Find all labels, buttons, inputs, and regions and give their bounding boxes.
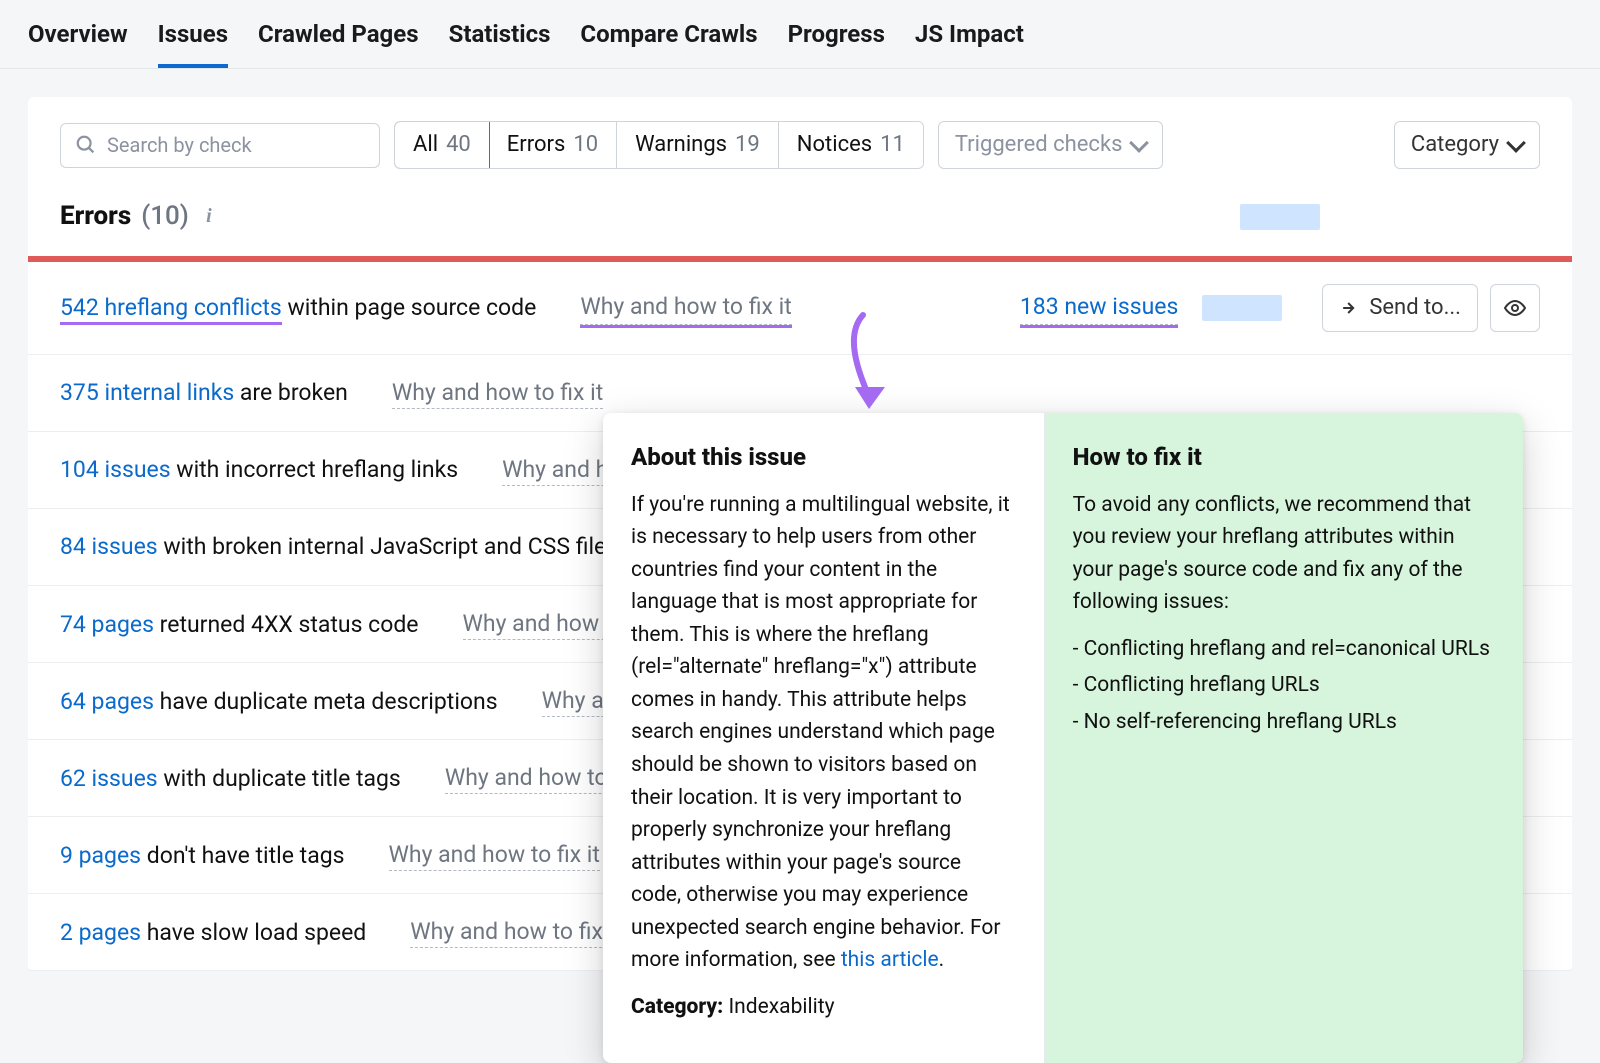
issue-link[interactable]: 84 issues bbox=[60, 533, 158, 560]
why-and-how-link[interactable]: Why and how to fix it bbox=[580, 291, 791, 324]
category-dropdown[interactable]: Category bbox=[1394, 121, 1540, 169]
issue-text: have slow load speed bbox=[141, 919, 366, 946]
fix-item: - Conflicting hreflang and rel=canonical… bbox=[1073, 633, 1495, 666]
filter-warnings[interactable]: Warnings19 bbox=[617, 122, 779, 168]
section-title: Errors bbox=[60, 199, 131, 234]
section-count: (10) bbox=[141, 199, 189, 234]
filter-notices[interactable]: Notices11 bbox=[779, 122, 923, 168]
issue-link[interactable]: 2 pages bbox=[60, 919, 141, 946]
popover-fix: How to fix it To avoid any conflicts, we… bbox=[1045, 413, 1523, 1063]
row-actions: Send to... bbox=[1322, 284, 1540, 332]
tab-overview[interactable]: Overview bbox=[28, 18, 128, 68]
fix-item: - Conflicting hreflang URLs bbox=[1073, 669, 1495, 702]
issue-text: returned 4XX status code bbox=[154, 611, 419, 638]
filter-segments: All40Errors10Warnings19Notices11 bbox=[394, 121, 924, 169]
section-header: Errors (10) i bbox=[28, 187, 1572, 256]
info-icon[interactable]: i bbox=[199, 207, 219, 227]
fix-title: How to fix it bbox=[1073, 439, 1495, 476]
issue-link[interactable]: 375 internal links bbox=[60, 379, 234, 406]
tab-compare-crawls[interactable]: Compare Crawls bbox=[580, 18, 757, 68]
hide-button[interactable] bbox=[1490, 284, 1540, 332]
about-body: If you're running a multilingual website… bbox=[631, 489, 1016, 977]
issue-link[interactable]: 74 pages bbox=[60, 611, 154, 638]
search-icon bbox=[75, 134, 97, 156]
issue-text: with incorrect hreflang links bbox=[171, 456, 459, 483]
issue-text: are broken bbox=[234, 379, 348, 406]
why-and-how-link[interactable]: Why and how to fix it bbox=[389, 839, 600, 871]
issue-link[interactable]: 64 pages bbox=[60, 688, 154, 715]
share-icon bbox=[1339, 298, 1359, 318]
search-input[interactable]: Search by check bbox=[60, 123, 380, 168]
issue-popover: About this issue If you're running a mul… bbox=[603, 413, 1523, 1063]
issue-link[interactable]: 9 pages bbox=[60, 842, 141, 869]
chevron-down-icon bbox=[1506, 133, 1526, 153]
popover-about: About this issue If you're running a mul… bbox=[603, 413, 1045, 1063]
issue-text: have duplicate meta descriptions bbox=[154, 688, 498, 715]
issue-link[interactable]: 542 hreflang conflicts bbox=[60, 294, 282, 322]
tab-crawled-pages[interactable]: Crawled Pages bbox=[258, 18, 419, 68]
why-and-how-link[interactable]: Why and how to fix it bbox=[392, 377, 603, 409]
fix-intro: To avoid any conflicts, we recommend tha… bbox=[1073, 489, 1495, 619]
filter-all[interactable]: All40 bbox=[394, 121, 490, 169]
about-link[interactable]: this article bbox=[841, 948, 939, 972]
about-title: About this issue bbox=[631, 439, 1016, 476]
triggered-checks-dropdown[interactable]: Triggered checks bbox=[938, 121, 1164, 169]
why-and-how-link[interactable]: Why and how to fix it bbox=[410, 916, 621, 948]
search-placeholder: Search by check bbox=[107, 132, 252, 159]
tab-statistics[interactable]: Statistics bbox=[449, 18, 551, 68]
issue-link[interactable]: 62 issues bbox=[60, 765, 158, 792]
issue-text: within page source code bbox=[282, 294, 537, 321]
top-tabs: Overview Issues Crawled Pages Statistics Com… bbox=[0, 0, 1600, 69]
issue-link[interactable]: 104 issues bbox=[60, 456, 171, 483]
issue-text: with broken internal JavaScript and CSS … bbox=[158, 533, 618, 560]
tab-js-impact[interactable]: JS Impact bbox=[915, 18, 1024, 68]
issue-row: 542 hreflang conflicts within page sourc… bbox=[28, 262, 1572, 355]
issue-text: don't have title tags bbox=[141, 842, 344, 869]
about-category: Category: Indexability bbox=[631, 991, 1016, 1024]
category-label: Category bbox=[1411, 130, 1499, 160]
tab-issues[interactable]: Issues bbox=[158, 18, 228, 68]
sparkline-placeholder bbox=[1240, 204, 1320, 230]
fix-item: - No self-referencing hreflang URLs bbox=[1073, 706, 1495, 739]
sparkline-placeholder bbox=[1202, 295, 1282, 321]
toolbar: Search by check All40Errors10Warnings19N… bbox=[28, 97, 1572, 187]
tab-progress[interactable]: Progress bbox=[788, 18, 885, 68]
fix-items: - Conflicting hreflang and rel=canonical… bbox=[1073, 633, 1495, 739]
issue-text: with duplicate title tags bbox=[158, 765, 401, 792]
filter-errors[interactable]: Errors10 bbox=[489, 122, 617, 168]
eye-icon bbox=[1503, 298, 1527, 318]
triggered-checks-label: Triggered checks bbox=[955, 130, 1123, 160]
new-issues-link[interactable]: 183 new issues bbox=[1020, 291, 1178, 324]
issues-panel: Search by check All40Errors10Warnings19N… bbox=[28, 97, 1572, 971]
send-to-button[interactable]: Send to... bbox=[1322, 284, 1478, 332]
chevron-down-icon bbox=[1130, 133, 1150, 153]
